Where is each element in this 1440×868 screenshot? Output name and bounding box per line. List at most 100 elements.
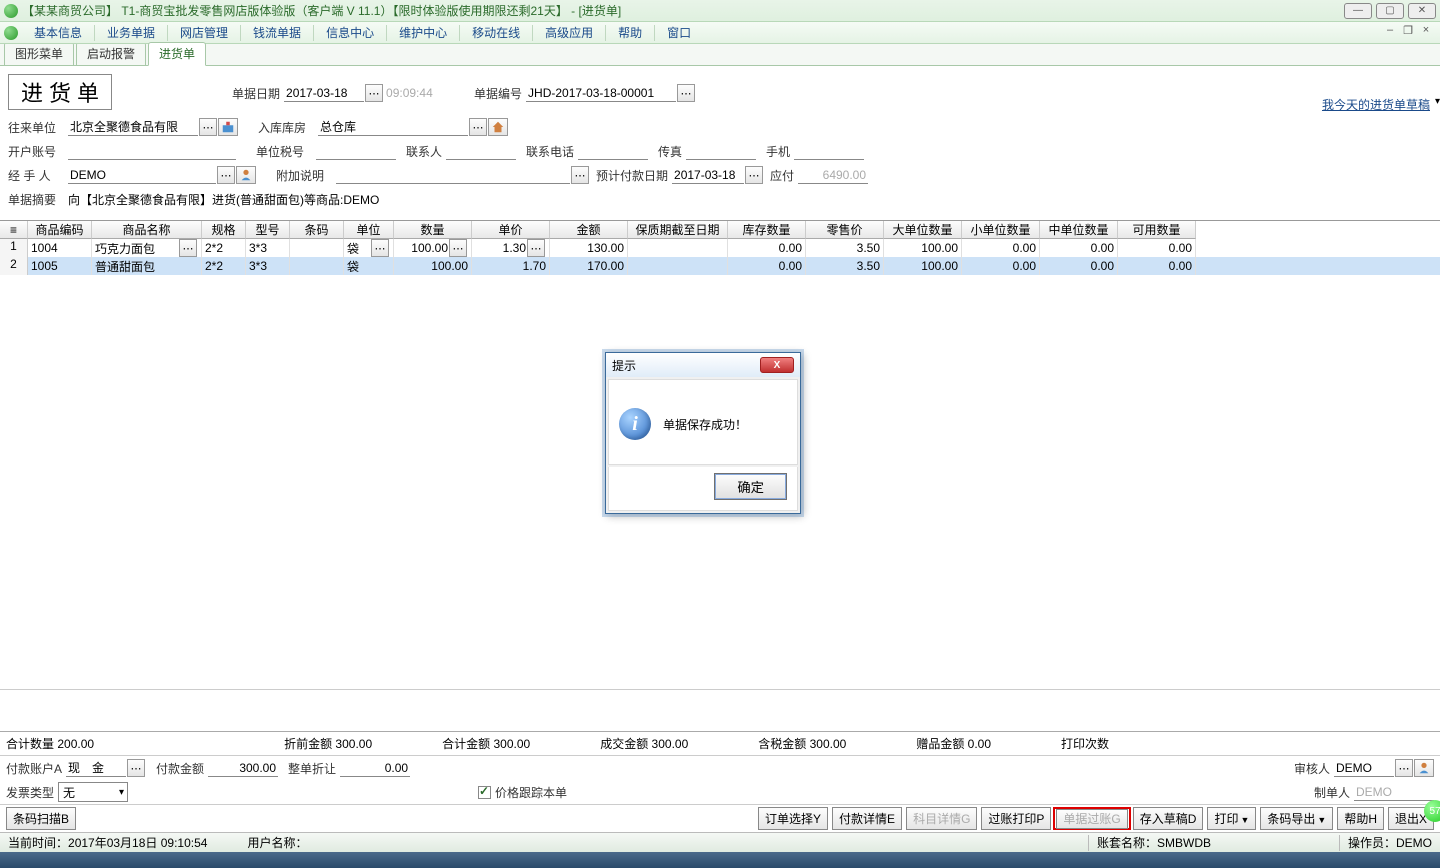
menu-window[interactable]: 窗口: [657, 22, 701, 44]
mdi-min-icon[interactable]: –: [1382, 24, 1398, 38]
col-stock[interactable]: 库存数量: [728, 221, 806, 239]
paydate-field[interactable]: [672, 167, 744, 184]
dialog-ok-button[interactable]: 确定: [714, 473, 787, 500]
cell-midunit[interactable]: 0.00: [1040, 257, 1118, 275]
disc-field[interactable]: [340, 760, 410, 777]
cell-avail[interactable]: 0.00: [1118, 239, 1196, 257]
close-button[interactable]: ✕: [1408, 3, 1436, 19]
tab-alarm[interactable]: 启动报警: [76, 42, 146, 65]
doc-no-field[interactable]: [526, 85, 676, 102]
warehouse-field[interactable]: [318, 119, 468, 136]
menu-business[interactable]: 业务单据: [97, 22, 165, 44]
notification-badge[interactable]: 57: [1424, 800, 1440, 822]
col-smallunit[interactable]: 小单位数量: [962, 221, 1040, 239]
doc-date-field[interactable]: [284, 85, 364, 102]
cell-qty[interactable]: 100.00: [394, 257, 472, 275]
tab-purchase[interactable]: 进货单: [148, 42, 206, 66]
cell-expiry[interactable]: [628, 239, 728, 257]
mobile-field[interactable]: [794, 143, 864, 160]
pay-acct-lookup-button[interactable]: ⋯: [127, 759, 145, 777]
menu-info[interactable]: 信息中心: [316, 22, 384, 44]
cell-price[interactable]: 1.30⋯: [472, 239, 550, 257]
cell-stock[interactable]: 0.00: [728, 239, 806, 257]
reviewer-lookup-button[interactable]: ⋯: [1395, 759, 1413, 777]
vendor-field[interactable]: [68, 119, 198, 136]
cell-name[interactable]: 巧克力面包⋯: [92, 239, 202, 257]
cell-name[interactable]: 普通甜面包: [92, 257, 202, 275]
menu-money[interactable]: 钱流单据: [243, 22, 311, 44]
cell-smallunit[interactable]: 0.00: [962, 257, 1040, 275]
col-spec[interactable]: 规格: [202, 221, 246, 239]
cell-lookup-button[interactable]: ⋯: [371, 239, 389, 257]
handler-field[interactable]: [68, 167, 216, 184]
col-midunit[interactable]: 中单位数量: [1040, 221, 1118, 239]
post-print-button[interactable]: 过账打印P: [981, 807, 1051, 830]
handler-person-icon[interactable]: [236, 166, 256, 184]
maximize-button[interactable]: ▢: [1376, 3, 1404, 19]
mdi-restore-icon[interactable]: ❐: [1400, 24, 1416, 38]
dialog-titlebar[interactable]: 提示 X: [606, 353, 800, 377]
col-retail[interactable]: 零售价: [806, 221, 884, 239]
cell-barcode[interactable]: [290, 257, 344, 275]
cell-spec[interactable]: 2*2: [202, 257, 246, 275]
menu-mobile[interactable]: 移动在线: [462, 22, 530, 44]
save-draft-button[interactable]: 存入草稿D: [1133, 807, 1204, 830]
cell-expiry[interactable]: [628, 257, 728, 275]
help-button[interactable]: 帮助H: [1337, 807, 1384, 830]
col-code[interactable]: 商品编码: [28, 221, 92, 239]
menu-help[interactable]: 帮助: [608, 22, 652, 44]
cell-amount[interactable]: 130.00: [550, 239, 628, 257]
menu-basic[interactable]: 基本信息: [24, 22, 92, 44]
cell-barcode[interactable]: [290, 239, 344, 257]
cell-unit[interactable]: 袋⋯: [344, 239, 394, 257]
rownum-header[interactable]: ≡: [0, 221, 28, 239]
menu-shop[interactable]: 网店管理: [170, 22, 238, 44]
draft-link[interactable]: 我今天的进货单草稿: [1322, 96, 1430, 113]
print-button[interactable]: 打印▼: [1207, 807, 1256, 830]
col-model[interactable]: 型号: [246, 221, 290, 239]
cell-smallunit[interactable]: 0.00: [962, 239, 1040, 257]
cell-amount[interactable]: 170.00: [550, 257, 628, 275]
paydate-picker-button[interactable]: ⋯: [745, 166, 763, 184]
cell-bigunit[interactable]: 100.00: [884, 239, 962, 257]
col-unit[interactable]: 单位: [344, 221, 394, 239]
bank-field[interactable]: [68, 143, 236, 160]
handler-lookup-button[interactable]: ⋯: [217, 166, 235, 184]
barcode-export-button[interactable]: 条码导出▼: [1260, 807, 1333, 830]
cell-qty[interactable]: 100.00⋯: [394, 239, 472, 257]
cell-stock[interactable]: 0.00: [728, 257, 806, 275]
doc-date-picker-button[interactable]: ⋯: [365, 84, 383, 102]
doc-no-picker-button[interactable]: ⋯: [677, 84, 695, 102]
cell-avail[interactable]: 0.00: [1118, 257, 1196, 275]
col-price[interactable]: 单价: [472, 221, 550, 239]
barcode-scan-button[interactable]: 条码扫描B: [6, 807, 76, 830]
pay-detail-button[interactable]: 付款详情E: [832, 807, 902, 830]
cell-spec[interactable]: 2*2: [202, 239, 246, 257]
reviewer-field[interactable]: [1334, 760, 1394, 777]
subject-detail-button[interactable]: 科目详情G: [906, 807, 977, 830]
fax-field[interactable]: [686, 143, 756, 160]
cell-midunit[interactable]: 0.00: [1040, 239, 1118, 257]
cell-unit[interactable]: 袋: [344, 257, 394, 275]
vendor-lookup-button[interactable]: ⋯: [199, 118, 217, 136]
pay-amt-field[interactable]: [208, 760, 278, 777]
col-bigunit[interactable]: 大单位数量: [884, 221, 962, 239]
warehouse-lookup-button[interactable]: ⋯: [469, 118, 487, 136]
cell-model[interactable]: 3*3: [246, 239, 290, 257]
col-amount[interactable]: 金额: [550, 221, 628, 239]
invoice-combo[interactable]: 无: [58, 782, 128, 802]
post-button[interactable]: 单据过账G: [1056, 809, 1127, 829]
order-select-button[interactable]: 订单选择Y: [758, 807, 828, 830]
draft-dropdown-icon[interactable]: ▾: [1435, 96, 1440, 107]
table-row[interactable]: 11004巧克力面包⋯2*23*3袋⋯100.00⋯1.30⋯130.000.0…: [0, 239, 1440, 257]
cell-lookup-button[interactable]: ⋯: [179, 239, 197, 257]
pay-acct-field[interactable]: [66, 760, 126, 777]
table-row[interactable]: 21005普通甜面包2*23*3袋100.001.70170.000.003.5…: [0, 257, 1440, 275]
cell-code[interactable]: 1004: [28, 239, 92, 257]
col-avail[interactable]: 可用数量: [1118, 221, 1196, 239]
cell-lookup-button[interactable]: ⋯: [527, 239, 545, 257]
tax-field[interactable]: [316, 143, 396, 160]
price-track-checkbox[interactable]: [478, 786, 491, 799]
col-name[interactable]: 商品名称: [92, 221, 202, 239]
warehouse-home-icon[interactable]: [488, 118, 508, 136]
